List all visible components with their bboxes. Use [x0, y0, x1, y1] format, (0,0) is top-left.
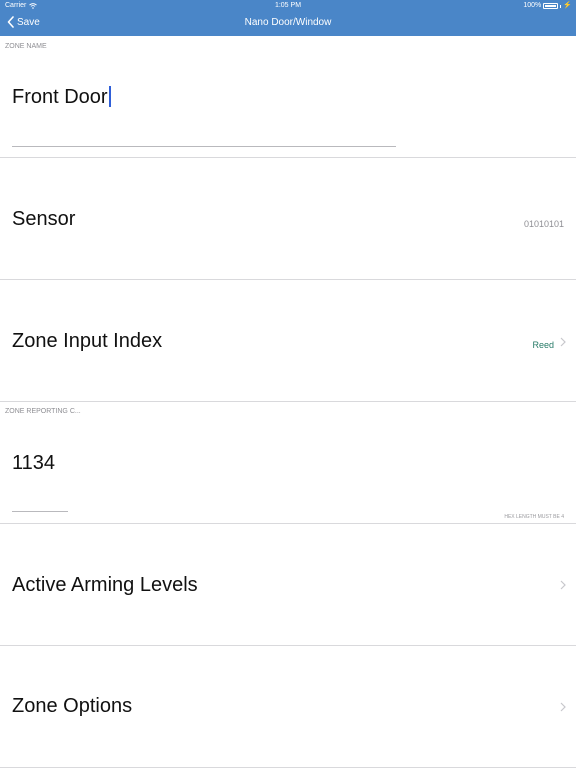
page-title: Nano Door/Window	[244, 17, 332, 28]
battery-group: 100% ⚡	[523, 0, 572, 12]
zone-options-row[interactable]: Zone Options	[0, 646, 576, 768]
zone-name-underline	[12, 146, 396, 147]
zone-name-value: Front Door	[12, 86, 108, 108]
chevron-right-icon	[560, 580, 566, 590]
sensor-row[interactable]: Sensor 01010101	[0, 158, 576, 280]
text-caret	[108, 86, 111, 107]
zone-input-index-row[interactable]: Zone Input Index Reed	[0, 280, 576, 402]
chevron-right-icon	[560, 337, 566, 347]
navigation-bar: Save Nano Door/Window	[0, 12, 576, 36]
zone-reporting-field[interactable]: 1134	[12, 452, 55, 475]
zone-options-label: Zone Options	[12, 695, 133, 717]
status-time: 1:05 PM	[274, 2, 302, 9]
charging-icon: ⚡	[563, 2, 572, 9]
chevron-right-icon	[560, 702, 566, 712]
zone-reporting-underline	[12, 511, 68, 512]
zone-name-field[interactable]: Front Door	[12, 86, 111, 109]
zone-input-index-value: Reed	[532, 340, 554, 350]
zone-reporting-hint: HEX LENGTH MUST BE 4	[504, 514, 564, 520]
sensor-value: 01010101	[523, 219, 564, 229]
sensor-label: Sensor	[12, 208, 76, 230]
top-bar: Carrier 1:05 PM 100% ⚡ Save Nano Door/Wi…	[0, 0, 576, 36]
status-bar: Carrier 1:05 PM 100% ⚡	[0, 0, 576, 12]
battery-icon	[543, 3, 559, 9]
zone-input-index-label: Zone Input Index	[12, 330, 163, 352]
battery-tip	[560, 4, 562, 8]
zone-reporting-row: 1134 HEX LENGTH MUST BE 4	[0, 402, 576, 524]
zone-name-row: Front Door	[0, 36, 576, 158]
zone-reporting-value: 1134	[12, 452, 56, 474]
active-arming-levels-row[interactable]: Active Arming Levels	[0, 524, 576, 646]
battery-percent: 100%	[523, 2, 542, 9]
active-arming-levels-label: Active Arming Levels	[12, 574, 198, 596]
